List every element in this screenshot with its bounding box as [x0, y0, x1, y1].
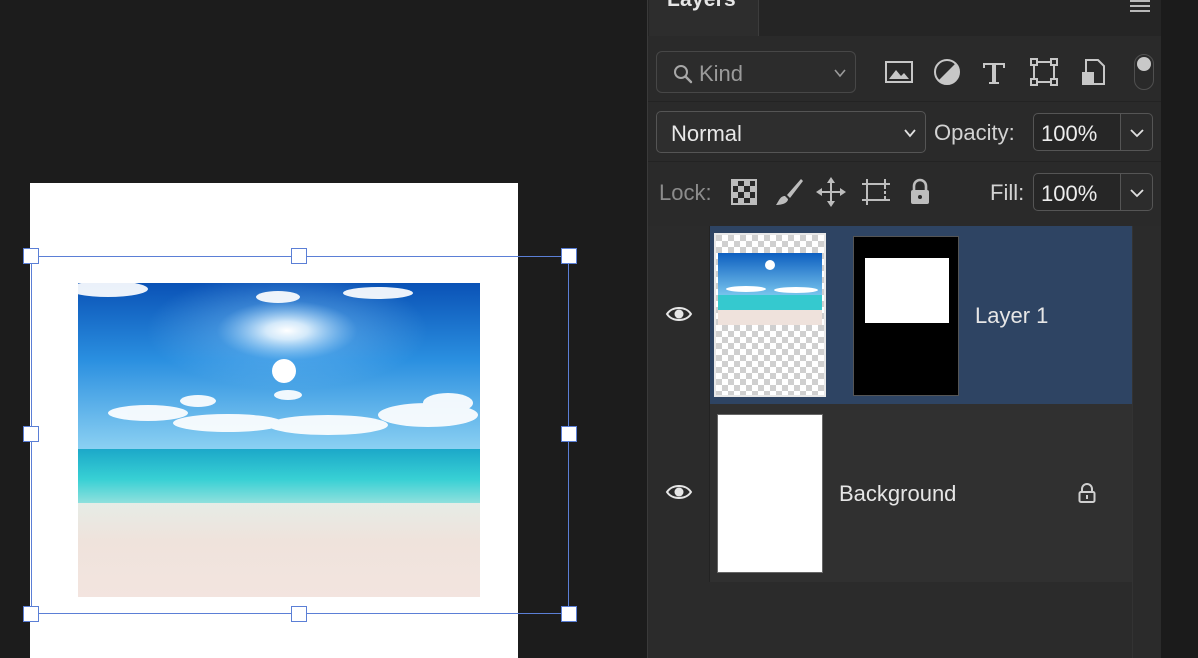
lock-image-pixels-brush-icon[interactable]: [773, 176, 805, 208]
layer-row-layer-1[interactable]: Layer 1: [648, 226, 1132, 404]
transform-handle-top-right[interactable]: [561, 248, 577, 264]
layer-name[interactable]: Background: [839, 481, 956, 507]
type-layer-filter-icon[interactable]: [978, 56, 1010, 88]
transform-handle-top-center[interactable]: [291, 248, 307, 264]
chevron-down-icon: [1130, 129, 1144, 138]
transform-handle-top-left[interactable]: [23, 248, 39, 264]
opacity-input[interactable]: 100%: [1033, 113, 1121, 151]
opacity-label: Opacity:: [934, 120, 1015, 145]
pixel-layer-filter-icon[interactable]: [883, 56, 915, 88]
lock-all-icon[interactable]: [904, 176, 936, 208]
divider: [648, 161, 1161, 162]
chevron-down-icon: [834, 69, 846, 78]
visibility-toggle[interactable]: [648, 404, 710, 582]
panel-menu-icon[interactable]: [1130, 0, 1150, 14]
transform-handle-middle-left[interactable]: [23, 426, 39, 442]
transform-handle-bottom-left[interactable]: [23, 606, 39, 622]
visibility-toggle[interactable]: [648, 226, 710, 404]
smart-object-filter-icon[interactable]: [1078, 56, 1110, 88]
fill-label: Fill:: [990, 180, 1025, 205]
transform-handle-bottom-center[interactable]: [291, 606, 307, 622]
layer-kind-filter-label: Kind: [699, 61, 744, 86]
transform-bounding-box[interactable]: [31, 256, 569, 614]
fill-value: 100%: [1041, 181, 1098, 206]
layers-empty-area: [648, 582, 1132, 658]
fill-input[interactable]: 100%: [1033, 173, 1121, 211]
lock-label: Lock:: [659, 180, 712, 205]
eye-icon: [665, 485, 693, 499]
layer-thumbnail[interactable]: [717, 414, 823, 573]
layer-thumbnail[interactable]: [714, 233, 826, 397]
layers-panel: Layers Kind: [647, 0, 1161, 658]
opacity-dropdown-button[interactable]: [1121, 113, 1153, 151]
panel-tab-strip: Layers: [648, 0, 1161, 36]
search-icon: [674, 65, 693, 84]
lock-icon: [1078, 483, 1096, 503]
blend-mode-select[interactable]: Normal: [656, 111, 926, 153]
right-gutter: [1161, 0, 1198, 658]
shape-layer-filter-icon[interactable]: [1028, 56, 1060, 88]
transform-handle-middle-right[interactable]: [561, 426, 577, 442]
lock-transparent-pixels-icon[interactable]: [728, 176, 760, 208]
lock-artboard-icon[interactable]: [860, 176, 892, 208]
fill-dropdown-button[interactable]: [1121, 173, 1153, 211]
tab-layers[interactable]: Layers: [649, 0, 759, 36]
blend-mode-value: Normal: [671, 121, 742, 146]
divider: [648, 101, 1161, 102]
adjustment-layer-filter-icon[interactable]: [931, 56, 963, 88]
layer-kind-filter[interactable]: Kind: [656, 51, 856, 93]
opacity-value: 100%: [1041, 121, 1098, 146]
chevron-down-icon: [1130, 189, 1144, 198]
transform-handle-bottom-right[interactable]: [561, 606, 577, 622]
layer-name[interactable]: Layer 1: [975, 303, 1048, 329]
layer-row-background[interactable]: Background: [648, 404, 1132, 582]
canvas-area[interactable]: [0, 0, 647, 658]
chevron-down-icon: [904, 129, 916, 138]
layer-mask-thumbnail[interactable]: [853, 236, 959, 396]
filter-toggle-switch[interactable]: [1134, 54, 1154, 90]
layers-scrollbar[interactable]: [1132, 226, 1161, 658]
tab-layers-label: Layers: [667, 0, 736, 12]
lock-position-move-icon[interactable]: [815, 176, 847, 208]
eye-icon: [665, 307, 693, 321]
